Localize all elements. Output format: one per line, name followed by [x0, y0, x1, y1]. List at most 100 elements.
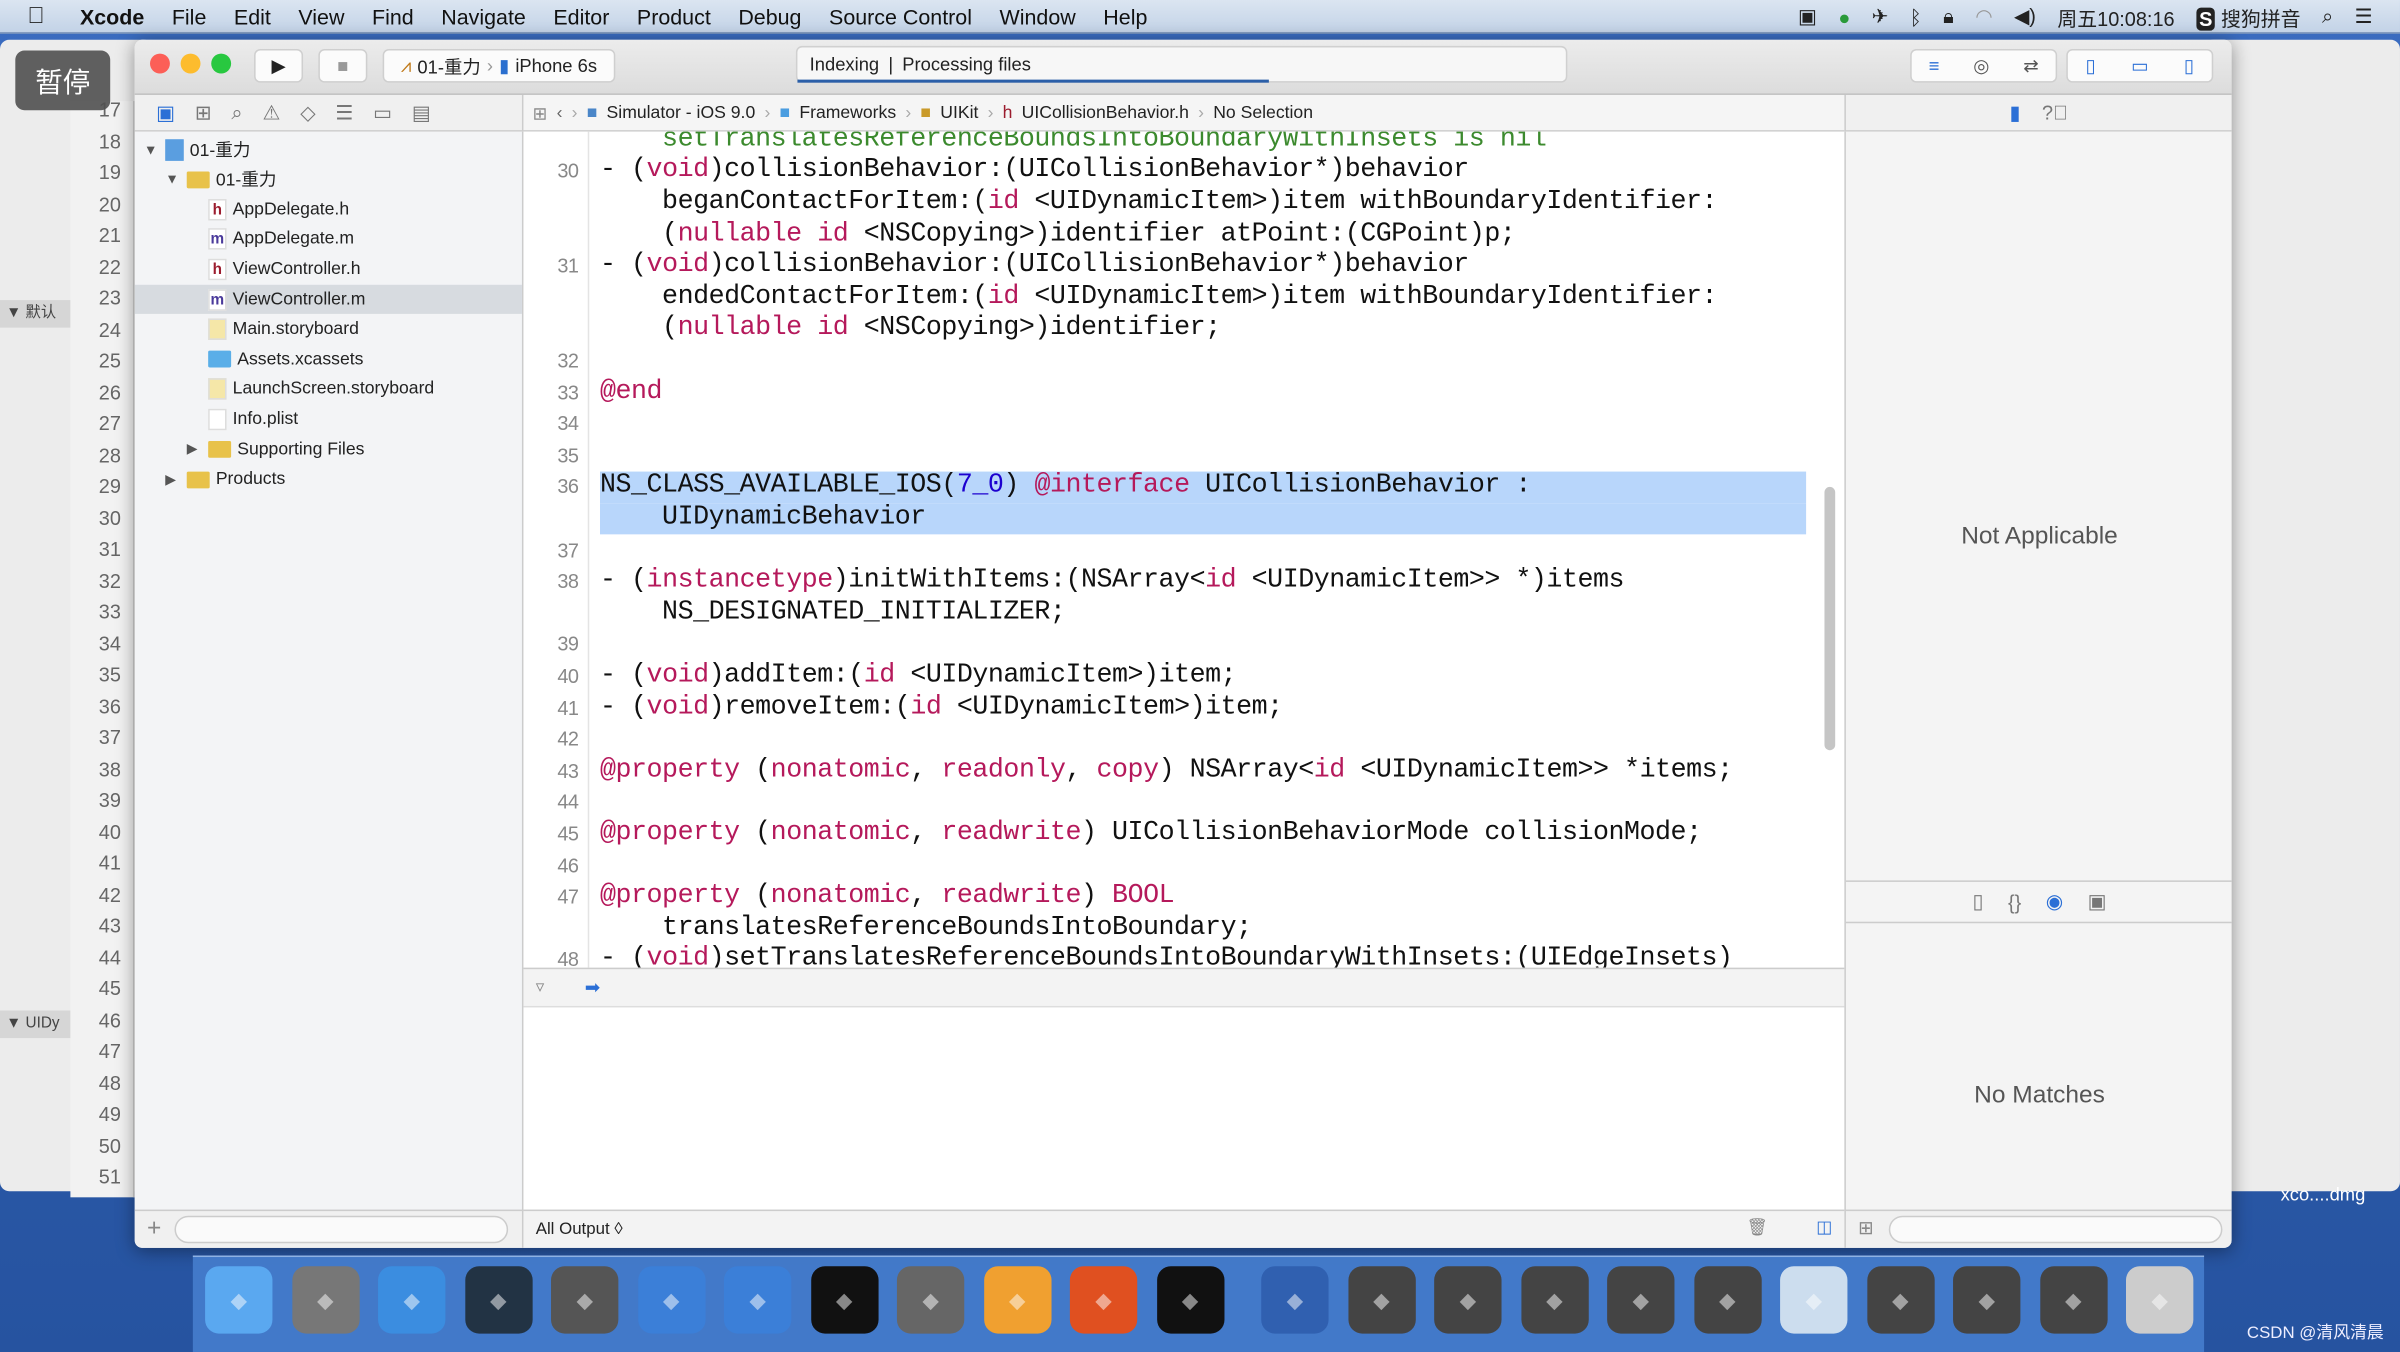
menu-debug[interactable]: Debug: [725, 4, 816, 28]
navigator-item[interactable]: Assets.xcassets: [187, 345, 363, 374]
run-button[interactable]: ▶: [254, 48, 304, 83]
code-snippet-icon[interactable]: {}: [2008, 890, 2021, 913]
search-icon[interactable]: ⌕: [231, 100, 242, 124]
back-button[interactable]: ‹: [557, 103, 563, 121]
menu-product[interactable]: Product: [623, 4, 724, 28]
menu-file[interactable]: File: [158, 4, 220, 28]
breakpoint-icon[interactable]: ▭: [373, 100, 392, 124]
minimize-button[interactable]: [180, 53, 201, 74]
dock-item-screenshot-7[interactable]: ◆: [1953, 1266, 2021, 1334]
app-status-icon[interactable]: ●: [1838, 5, 1850, 28]
library-filter-input[interactable]: [1888, 1215, 2223, 1244]
warning-icon[interactable]: ⚠: [262, 100, 280, 124]
jump-bar-item[interactable]: Simulator - iOS 9.0: [607, 103, 756, 121]
desktop-file[interactable]: xco....dmg: [2281, 1184, 2366, 1205]
dock-item-xcode[interactable]: ◆: [637, 1266, 705, 1334]
navigator-item[interactable]: ▼ 01-重力: [165, 165, 276, 194]
spotlight-icon[interactable]: ⌕: [2322, 5, 2333, 29]
navigator-item[interactable]: h AppDelegate.h: [187, 195, 349, 224]
dock-item-screenshot-4[interactable]: ◆: [1607, 1266, 1675, 1334]
dock-item-photo-theater[interactable]: ◆: [551, 1266, 619, 1334]
menu-edit[interactable]: Edit: [220, 4, 284, 28]
help-icon[interactable]: ?⃝: [2042, 101, 2068, 124]
dock-item-screenshot-2[interactable]: ◆: [1434, 1266, 1502, 1334]
debug-icon[interactable]: ☰: [335, 100, 353, 124]
dock-item-quicktime[interactable]: ◆: [1261, 1266, 1329, 1334]
close-button[interactable]: [149, 53, 170, 74]
navigator-item[interactable]: Main.storyboard: [187, 315, 359, 344]
jump-bar-item[interactable]: UIKit: [940, 103, 978, 121]
dock-item-sketch[interactable]: ◆: [983, 1266, 1051, 1334]
navigator-item[interactable]: LaunchScreen.storyboard: [187, 375, 434, 404]
output-selector[interactable]: All Output ◊: [536, 1220, 623, 1238]
editor-scrollbar[interactable]: [1824, 486, 1836, 751]
standard-editor-icon[interactable]: ≡: [1929, 55, 1940, 76]
disclosure-open-icon[interactable]: ▼: [144, 142, 159, 157]
report-icon[interactable]: ▤: [412, 100, 431, 124]
media-library-icon[interactable]: ▣: [2088, 890, 2107, 914]
version-editor-icon[interactable]: ⇄: [2023, 55, 2038, 76]
grid-view-icon[interactable]: ⊞: [1858, 1217, 1873, 1238]
disclosure-open-icon[interactable]: ▼: [165, 172, 180, 187]
jump-bar-item[interactable]: Frameworks: [799, 103, 896, 121]
toggle-debug-icon[interactable]: ▭: [2131, 55, 2148, 76]
bluetooth-icon[interactable]: ᛒ: [1910, 5, 1922, 28]
dock-item-paw[interactable]: ◆: [1069, 1266, 1138, 1334]
dock-item-instruments[interactable]: ◆: [723, 1266, 792, 1334]
menu-view[interactable]: View: [285, 4, 359, 28]
navigator-item[interactable]: Info.plist: [187, 405, 298, 434]
dock-item-terminal[interactable]: ◆: [810, 1266, 878, 1334]
pause-overlay[interactable]: 暂停: [15, 50, 111, 111]
navigator-item[interactable]: h ViewController.h: [187, 255, 361, 284]
volume-icon[interactable]: ◀): [2014, 5, 2036, 29]
recording-icon[interactable]: ▣: [1798, 5, 1817, 29]
dock-item-screenshot-8[interactable]: ◆: [2039, 1266, 2107, 1334]
assistant-editor-icon[interactable]: ◎: [1973, 55, 1989, 76]
related-items-icon[interactable]: ⊞: [533, 102, 548, 123]
disclosure-closed-icon[interactable]: ▶: [187, 441, 202, 458]
apple-icon[interactable]: : [0, 3, 66, 29]
menu-editor[interactable]: Editor: [540, 4, 624, 28]
hide-debug-icon[interactable]: ▿: [536, 977, 544, 996]
breakpoints-toggle-icon[interactable]: ➡: [585, 977, 600, 998]
symbol-icon[interactable]: ⊞: [195, 100, 212, 124]
menu-window[interactable]: Window: [986, 4, 1090, 28]
lock-icon[interactable]: 🔒︎: [1943, 5, 1954, 29]
dock-item-mouse[interactable]: ◆: [464, 1266, 532, 1334]
clock[interactable]: 周五10:08:16: [2057, 2, 2174, 31]
menu-help[interactable]: Help: [1090, 4, 1162, 28]
toggle-navigator-icon[interactable]: ▯: [2086, 55, 2096, 76]
dock-item-screenshot-3[interactable]: ◆: [1520, 1266, 1588, 1334]
input-method[interactable]: S 搜狗拼音: [2196, 2, 2301, 31]
filter-input[interactable]: [174, 1215, 509, 1244]
toggle-utilities-icon[interactable]: ▯: [2184, 55, 2194, 76]
dock-item-launchpad[interactable]: ◆: [291, 1266, 359, 1334]
trash-icon[interactable]: 🗑︎: [1746, 1217, 1767, 1237]
jump-bar-item[interactable]: No Selection: [1213, 103, 1313, 121]
zoom-button[interactable]: [211, 53, 232, 74]
folder-icon[interactable]: ▣: [156, 100, 175, 124]
dock-item-console[interactable]: ◆: [1156, 1266, 1224, 1334]
test-icon[interactable]: ◇: [300, 100, 315, 124]
airplane-icon[interactable]: ✈: [1872, 5, 1889, 29]
add-icon[interactable]: +: [147, 1216, 161, 1244]
menu-navigate[interactable]: Navigate: [427, 4, 539, 28]
object-library-icon[interactable]: ◉: [2046, 890, 2063, 914]
dock-item-safari[interactable]: ◆: [378, 1266, 446, 1334]
stop-button[interactable]: ■: [318, 48, 368, 83]
navigator-item[interactable]: ▶ Supporting Files: [187, 435, 365, 464]
menu-xcode[interactable]: Xcode: [66, 4, 158, 28]
navigator-item[interactable]: ▶ Products: [165, 465, 285, 494]
dock-item-trash[interactable]: ◆: [2126, 1266, 2194, 1334]
dock-item-screenshot-5[interactable]: ◆: [1693, 1266, 1761, 1334]
dock-item-screenshot-6[interactable]: ◆: [1866, 1266, 1934, 1334]
disclosure-closed-icon[interactable]: ▶: [165, 471, 180, 488]
scheme-selector[interactable]: ⩘ 01-重力 › ▮ iPhone 6s: [382, 48, 616, 83]
console-output[interactable]: [523, 1007, 1845, 1210]
dock-item-screenshot-1[interactable]: ◆: [1347, 1266, 1416, 1334]
split-console-icon[interactable]: ◫: [1816, 1217, 1832, 1237]
source-editor[interactable]: setTranslatesReferenceBoundsIntoBoundary…: [523, 131, 1845, 968]
dock-item-finder[interactable]: ◆: [205, 1266, 273, 1334]
notification-center-icon[interactable]: ☰: [2355, 5, 2373, 29]
dock-item-system-preferences[interactable]: ◆: [896, 1266, 965, 1334]
